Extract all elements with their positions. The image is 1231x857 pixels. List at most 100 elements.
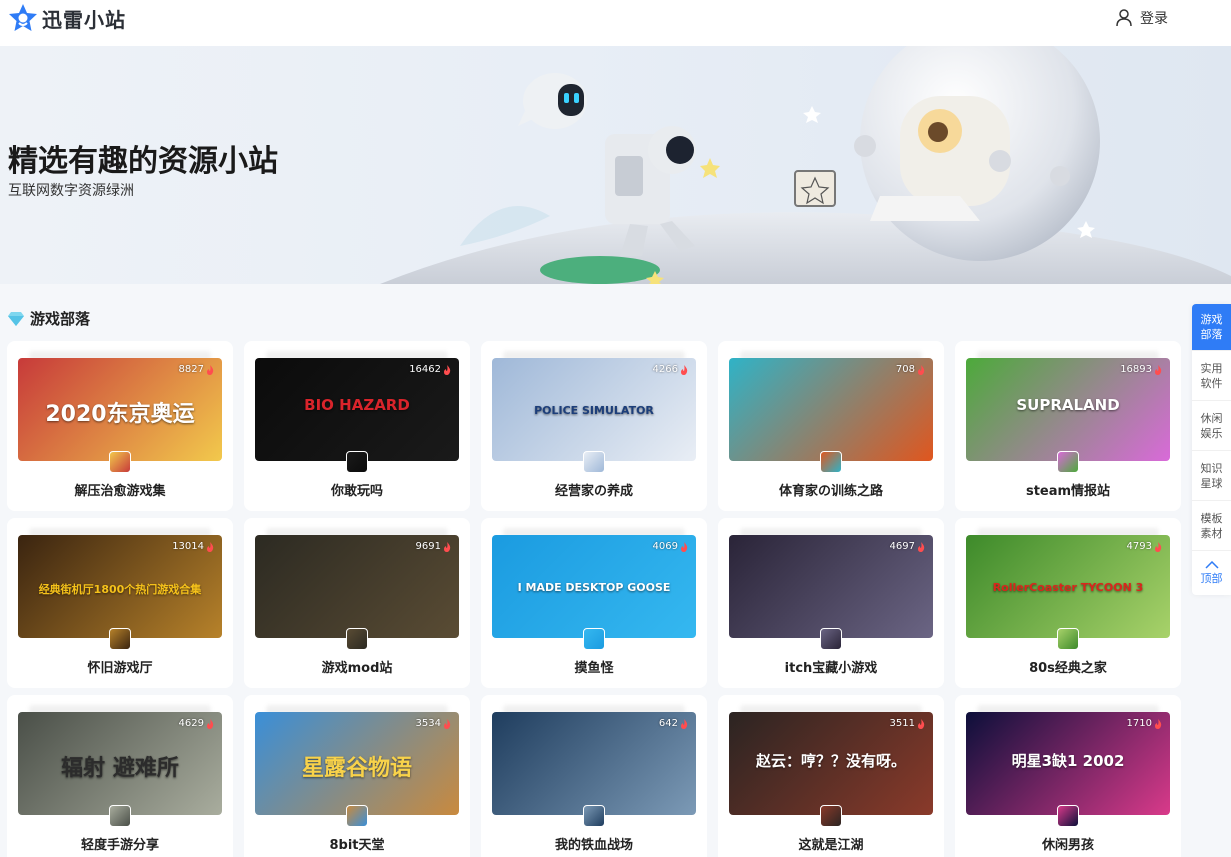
side-nav-item-software[interactable]: 实用软件 (1192, 351, 1231, 401)
flame-icon (918, 364, 925, 375)
login-label: 登录 (1140, 11, 1168, 27)
hero-banner: 精选有趣的资源小站 互联网数字资源绿洲 (0, 46, 1231, 284)
avatar (346, 628, 368, 650)
card-title[interactable]: 轻度手游分享 (7, 834, 233, 853)
side-nav-item-templates[interactable]: 模板素材 (1192, 501, 1231, 551)
view-count: 16462 (409, 364, 451, 375)
card-title[interactable]: itch宝藏小游戏 (718, 657, 944, 676)
card-thumbnail[interactable]: 642 (492, 712, 696, 815)
card-title[interactable]: 你敢玩吗 (244, 480, 470, 499)
card-thumbnail[interactable]: 辐射 避难所 4629 (18, 712, 222, 815)
game-card[interactable]: 辐射 避难所 4629 轻度手游分享 (7, 695, 233, 857)
view-count: 708 (896, 364, 925, 375)
card-title[interactable]: 8bit天堂 (244, 834, 470, 853)
card-title[interactable]: 解压治愈游戏集 (7, 480, 233, 499)
flame-icon (681, 541, 688, 552)
flame-icon (444, 364, 451, 375)
game-card[interactable]: RollerCoaster TYCOON 3 4793 80s经典之家 (955, 518, 1181, 688)
avatar (109, 451, 131, 473)
card-thumbnail[interactable]: I MADE DESKTOP GOOSE 4069 (492, 535, 696, 638)
view-count: 16893 (1120, 364, 1162, 375)
card-thumbnail[interactable]: 708 (729, 358, 933, 461)
game-card[interactable]: 经典街机厅1800个热门游戏合集 13014 怀旧游戏厅 (7, 518, 233, 688)
view-count: 8827 (179, 364, 214, 375)
avatar (583, 628, 605, 650)
game-card[interactable]: SUPRALAND 16893 steam情报站 (955, 341, 1181, 511)
view-count: 9691 (416, 541, 451, 552)
avatar (583, 805, 605, 827)
view-count: 4069 (653, 541, 688, 552)
card-thumbnail[interactable]: 星露谷物语 3534 (255, 712, 459, 815)
card-title[interactable]: 怀旧游戏厅 (7, 657, 233, 676)
logo-text: 迅雷小站 (42, 7, 126, 32)
card-title[interactable]: 休闲男孩 (955, 834, 1181, 853)
card-title[interactable]: 80s经典之家 (955, 657, 1181, 676)
view-count-value: 4069 (652, 541, 678, 552)
avatar (820, 805, 842, 827)
card-title[interactable]: 我的铁血战场 (481, 834, 707, 853)
card-thumbnail[interactable]: 明星3缺1 2002 1710 (966, 712, 1170, 815)
avatar (1057, 628, 1079, 650)
game-card[interactable]: 星露谷物语 3534 8bit天堂 (244, 695, 470, 857)
flame-icon (681, 718, 688, 729)
game-card[interactable]: 642 我的铁血战场 (481, 695, 707, 857)
game-card[interactable]: POLICE SIMULATOR 4266 经营家の养成 (481, 341, 707, 511)
card-title[interactable]: 这就是江湖 (718, 834, 944, 853)
card-thumbnail[interactable]: 9691 (255, 535, 459, 638)
game-card[interactable]: 明星3缺1 2002 1710 休闲男孩 (955, 695, 1181, 857)
view-count-value: 8827 (178, 364, 204, 375)
card-thumbnail[interactable]: POLICE SIMULATOR 4266 (492, 358, 696, 461)
login-button[interactable]: 登录 (1116, 8, 1168, 28)
game-card[interactable]: 708 体育家の训练之路 (718, 341, 944, 511)
card-title[interactable]: 摸鱼怪 (481, 657, 707, 676)
game-card[interactable]: BIO HAZARD 16462 你敢玩吗 (244, 341, 470, 511)
astronaut-illustration (380, 46, 1231, 284)
view-count-value: 13014 (172, 541, 204, 552)
banner-subtitle: 互联网数字资源绿洲 (8, 183, 134, 199)
side-nav-item-game[interactable]: 游戏部落 (1192, 304, 1231, 351)
banner-title: 精选有趣的资源小站 (8, 144, 278, 179)
thumbnail-caption: SUPRALAND (1016, 396, 1120, 414)
flame-icon (681, 364, 688, 375)
card-thumbnail[interactable]: 4697 (729, 535, 933, 638)
card-thumbnail[interactable]: SUPRALAND 16893 (966, 358, 1170, 461)
user-icon (1116, 9, 1132, 27)
card-thumbnail[interactable]: 2020东京奥运 8827 (18, 358, 222, 461)
card-thumbnail[interactable]: 经典街机厅1800个热门游戏合集 13014 (18, 535, 222, 638)
game-card[interactable]: 赵云：哼？？没有呀。 3511 这就是江湖 (718, 695, 944, 857)
view-count-value: 4629 (178, 718, 204, 729)
view-count-value: 4697 (889, 541, 915, 552)
side-nav-item-knowledge[interactable]: 知识星球 (1192, 451, 1231, 501)
flame-icon (444, 541, 451, 552)
card-title[interactable]: 体育家の训练之路 (718, 480, 944, 499)
avatar (820, 628, 842, 650)
card-title[interactable]: steam情报站 (955, 480, 1181, 499)
game-card[interactable]: 2020东京奥运 8827 解压治愈游戏集 (7, 341, 233, 511)
side-nav: 游戏部落 实用软件 休闲娱乐 知识星球 模板素材 顶部 (1192, 304, 1231, 595)
view-count-value: 16893 (1120, 364, 1152, 375)
site-logo[interactable]: 迅雷小站 (8, 3, 126, 33)
flame-icon (207, 541, 214, 552)
card-title[interactable]: 经营家の养成 (481, 480, 707, 499)
view-count-value: 9691 (415, 541, 441, 552)
game-card[interactable]: 9691 游戏mod站 (244, 518, 470, 688)
avatar (820, 451, 842, 473)
view-count: 3534 (416, 718, 451, 729)
avatar (109, 805, 131, 827)
view-count-value: 642 (658, 718, 678, 729)
card-thumbnail[interactable]: 赵云：哼？？没有呀。 3511 (729, 712, 933, 815)
game-card[interactable]: 4697 itch宝藏小游戏 (718, 518, 944, 688)
view-count-value: 3534 (415, 718, 441, 729)
side-nav-item-leisure[interactable]: 休闲娱乐 (1192, 401, 1231, 451)
top-header: 迅雷小站 登录 (0, 0, 1231, 46)
star-shield-icon (9, 4, 37, 31)
game-card[interactable]: I MADE DESKTOP GOOSE 4069 摸鱼怪 (481, 518, 707, 688)
view-count: 4793 (1127, 541, 1162, 552)
view-count-value: 3511 (889, 718, 915, 729)
card-title[interactable]: 游戏mod站 (244, 657, 470, 676)
view-count: 3511 (890, 718, 925, 729)
back-to-top-button[interactable]: 顶部 (1192, 551, 1231, 595)
card-thumbnail[interactable]: RollerCoaster TYCOON 3 4793 (966, 535, 1170, 638)
card-thumbnail[interactable]: BIO HAZARD 16462 (255, 358, 459, 461)
avatar (109, 628, 131, 650)
